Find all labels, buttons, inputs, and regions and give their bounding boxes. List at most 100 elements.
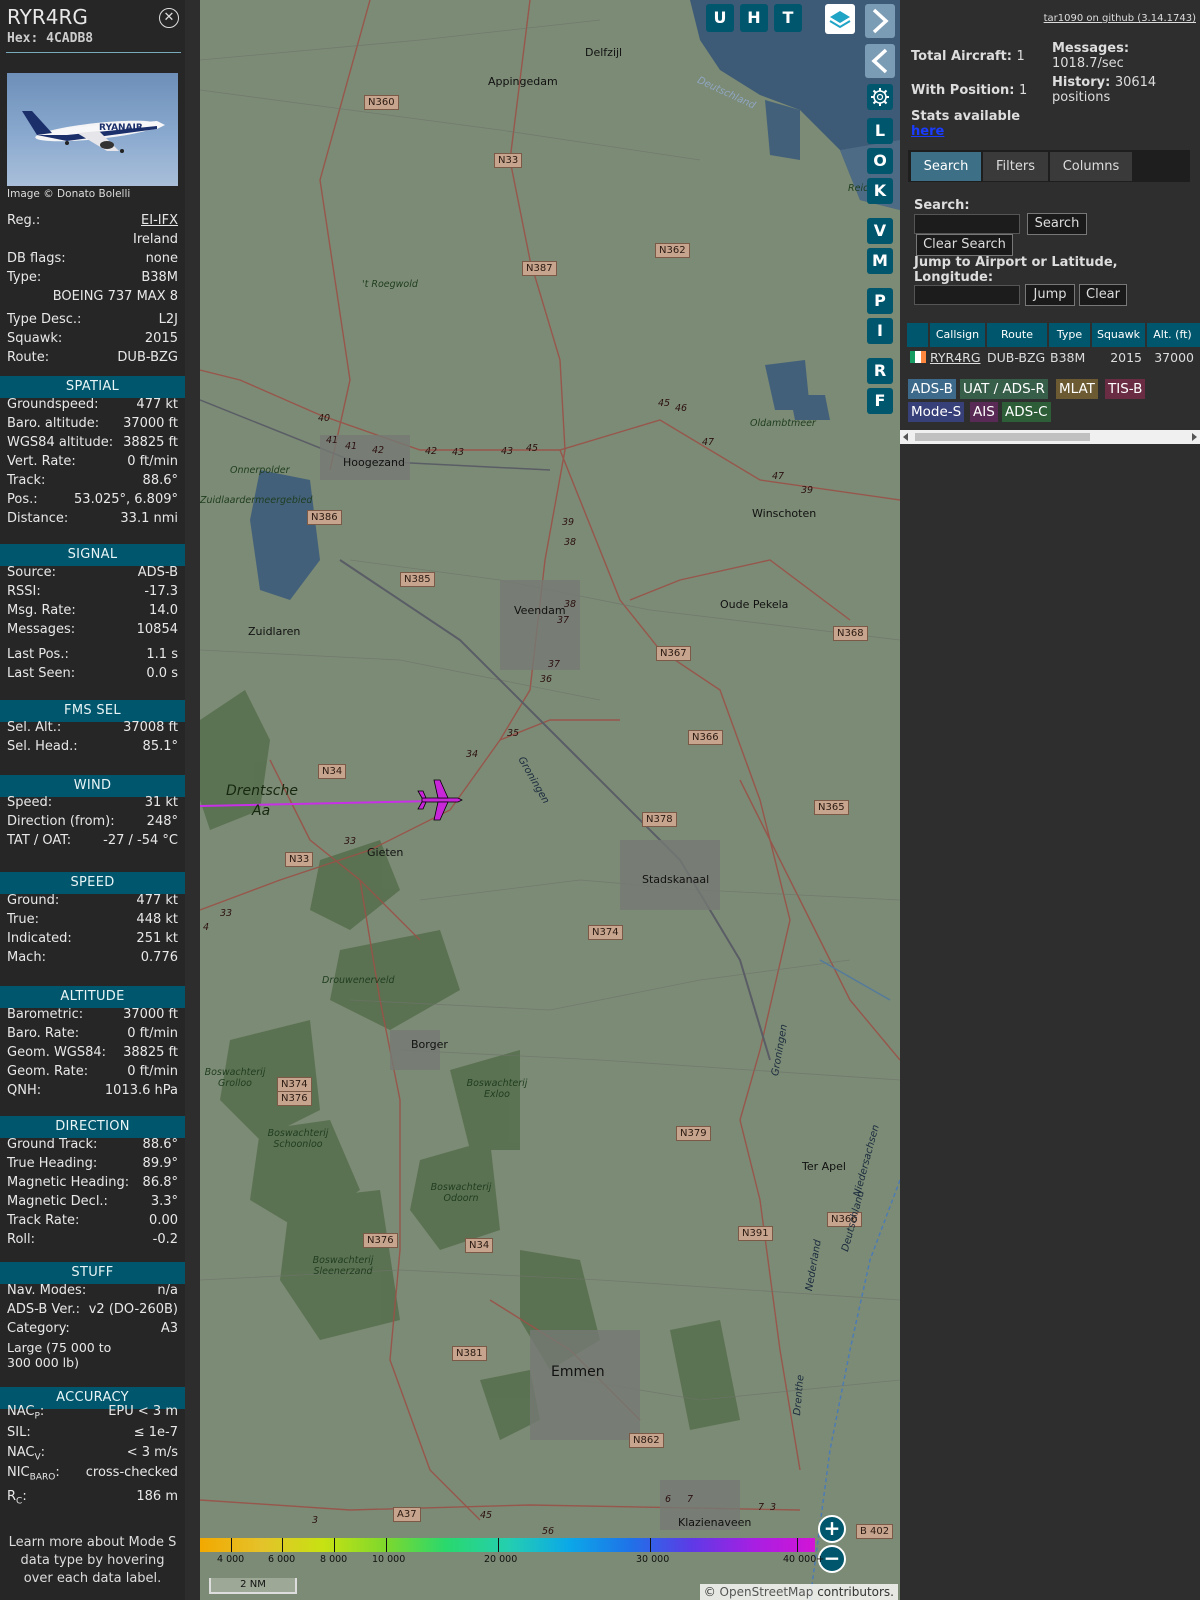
github-link[interactable]: tar1090 on github (3.14.1743) [1044,13,1196,24]
place-label: Aa [252,803,271,819]
zoom-in-button[interactable]: + [818,1515,846,1543]
clear-button[interactable]: Clear [1079,284,1127,306]
table-header-callsign[interactable]: Callsign [930,323,985,347]
source-chip-ais[interactable]: AIS [970,402,998,422]
photo-airline-text: RYANAIR [99,123,143,133]
source-chip-uat-ads-r[interactable]: UAT / ADS-R [960,379,1048,399]
route-km-marker: 47 [772,471,785,482]
toggle-h-button[interactable]: H [740,4,768,32]
info-value: 0 ft/min [127,454,178,469]
info-row: Baro. altitude: 37000 ft [7,416,178,435]
info-key: Distance: [7,511,69,526]
source-chip-ads-b[interactable]: ADS-B [908,379,956,399]
table-header-type[interactable]: Type [1049,323,1090,347]
table-header-altitude[interactable]: Alt. (ft) [1147,323,1198,347]
registration-link[interactable]: EI-IFX [141,213,178,228]
tab-search[interactable]: Search [911,152,981,181]
info-value: ADS-B [137,565,178,580]
scroll-left-icon[interactable] [903,433,908,441]
table-horizontal-scrollbar[interactable] [900,430,1200,444]
search-input[interactable] [914,214,1020,234]
toggle-p-button[interactable]: P [867,288,893,314]
tab-filters[interactable]: Filters [983,152,1048,181]
toggle-o-button[interactable]: O [867,148,893,174]
accuracy-value: EPU < 3 m [108,1404,178,1419]
scale-tick [282,1538,283,1552]
place-label: Zuidlaren [248,625,301,638]
clear-search-button[interactable]: Clear Search [916,234,1013,256]
info-row: Type Desc.: L2J [7,312,178,331]
accuracy-key: SIL: [7,1425,31,1440]
info-value: -27 / -54 °C [103,833,178,848]
place-label: Oude Pekela [720,598,789,611]
toggle-t-button[interactable]: T [774,4,802,32]
aircraft-photo[interactable]: RYANAIR [7,73,178,186]
road-number-sign: N366 [688,730,723,745]
map-view[interactable]: Delfzijl Appingedam Hoogezand Winschoten Vee… [200,0,900,1600]
settings-gear-icon[interactable] [867,84,893,110]
jump-input[interactable] [914,285,1020,305]
scroll-right-icon[interactable] [1192,433,1197,441]
toggle-m-button[interactable]: M [867,248,893,274]
toggle-k-button[interactable]: K [867,178,893,204]
aircraft-info-panel: RYR4RG Hex: 4CADB8 ✕ RYANAIR Image © Don… [0,0,185,1600]
source-chip-ads-c[interactable]: ADS-C [1002,402,1051,422]
info-key: Track Rate: [7,1213,80,1228]
info-key: Ground Track: [7,1137,98,1152]
info-value: 448 kt [136,912,178,927]
map-attribution: © OpenStreetMap contributors. [699,1584,898,1600]
info-value: 0.776 [140,950,178,965]
road-number-sign: N381 [452,1346,487,1361]
info-row: Source: ADS-B [7,565,178,584]
info-row: Magnetic Decl.: 3.3° [7,1194,178,1213]
section-header-direction: DIRECTION [0,1116,185,1138]
toggle-i-button[interactable]: I [867,318,893,344]
search-button[interactable]: Search [1027,213,1087,235]
info-row: Mach: 0.776 [7,950,178,969]
route-km-marker: 37 [557,615,570,626]
info-value: 37000 ft [123,416,178,431]
table-header-route[interactable]: Route [987,323,1047,347]
section-header-speed: SPEED [0,872,185,894]
route-km-marker: 40 [318,413,331,424]
info-value: BOEING 737 MAX 8 [52,289,178,304]
source-chip-mlat[interactable]: MLAT [1056,379,1098,399]
scrollbar-thumb[interactable] [915,433,1090,441]
source-chip-mode-s[interactable]: Mode-S [908,402,965,422]
road-number-sign: N374 [277,1077,312,1092]
road-number-sign: N376 [363,1233,398,1248]
row-callsign[interactable]: RYR4RG [930,349,981,367]
info-value: 38825 ft [123,435,178,450]
info-key: Squawk: [7,331,63,346]
jump-label-line2: Longitude: [914,270,994,285]
layers-icon[interactable] [825,4,855,34]
osm-link[interactable]: OpenStreetMap [720,1585,814,1599]
nature-area-label: Onnerpolder [230,465,290,476]
info-row: Type: B38M [7,270,178,289]
info-row: Route: DUB-BZG [7,350,178,369]
close-icon[interactable]: ✕ [159,8,179,28]
table-header-squawk[interactable]: Squawk [1092,323,1145,347]
info-value: 33.1 nmi [120,511,178,526]
road-number-sign: A37 [393,1507,421,1522]
road-number-sign: N385 [400,572,435,587]
toggle-r-button[interactable]: R [867,358,893,384]
jump-button[interactable]: Jump [1025,284,1075,306]
stats-link[interactable]: here [911,124,1020,139]
tab-columns[interactable]: Columns [1050,152,1132,181]
info-row: Magnetic Heading: 86.8° [7,1175,178,1194]
source-chip-tis-b[interactable]: TIS-B [1105,379,1146,399]
toggle-f-button[interactable]: F [867,388,893,414]
category-desc-line2: 300 000 lb) [7,1355,79,1370]
toggle-u-button[interactable]: U [706,4,734,32]
chevron-right-icon[interactable] [865,4,895,38]
info-value: 0 ft/min [127,1064,178,1079]
info-value: 88.6° [142,1137,178,1152]
info-value: 14.0 [149,603,178,618]
toggle-v-button[interactable]: V [867,218,893,244]
info-key: Ground: [7,893,60,908]
info-value: 0 ft/min [127,1026,178,1041]
aircraft-icon[interactable] [417,779,463,821]
chevron-left-icon[interactable] [865,44,895,78]
toggle-l-button[interactable]: L [867,118,893,144]
